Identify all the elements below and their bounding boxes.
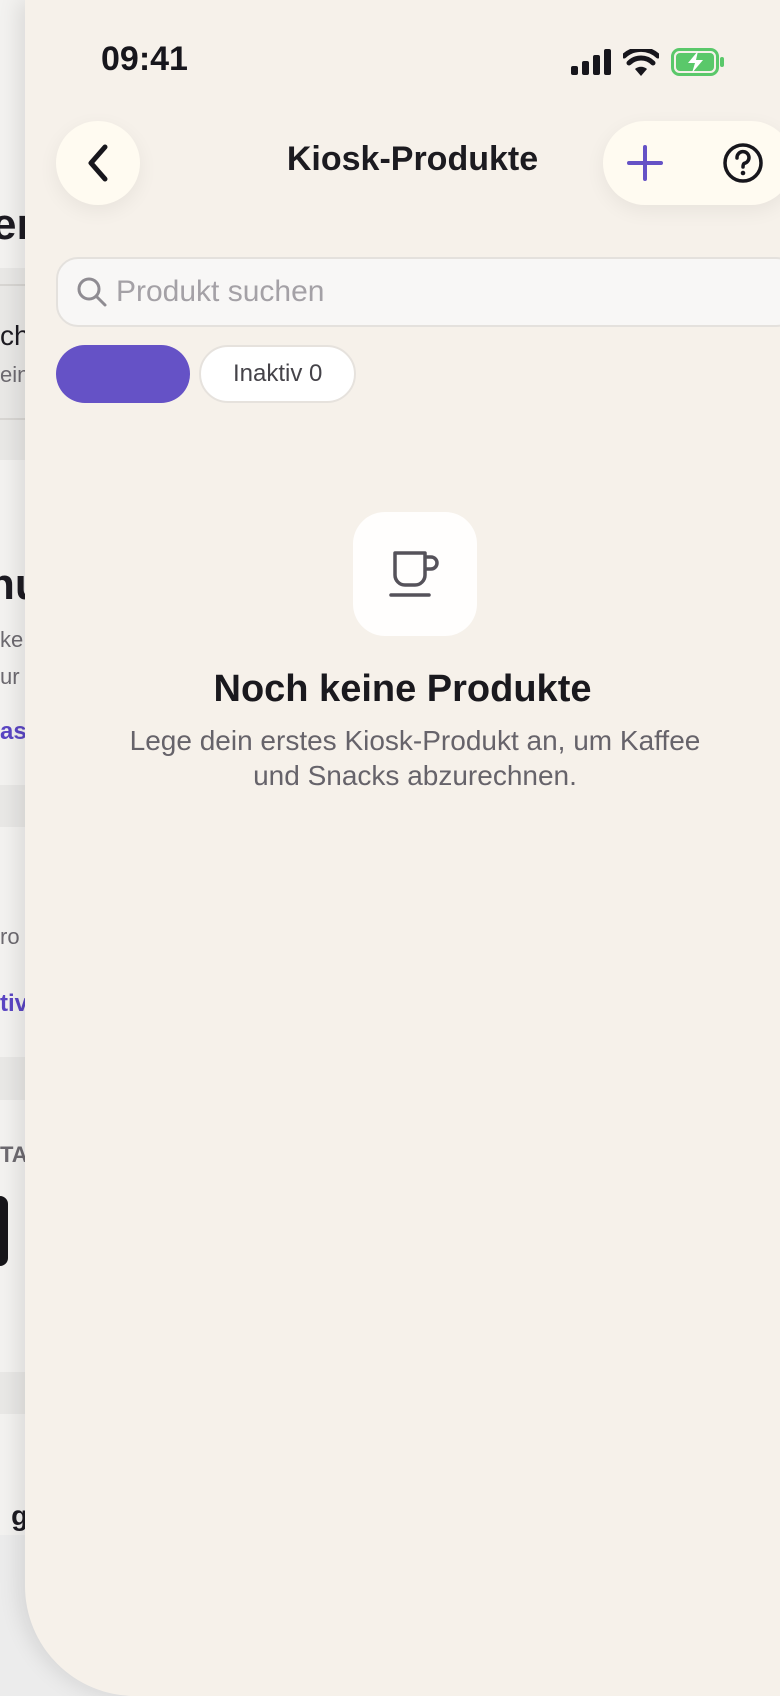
kiosk-products-sheet: 09:41 Kiosk-Produkte Produkt suchen Inak… xyxy=(25,0,780,1696)
filter-chip-active[interactable] xyxy=(56,345,190,403)
background-text: tiv xyxy=(0,990,29,1017)
empty-state-icon-container xyxy=(353,512,477,636)
filter-chip-inactive[interactable]: Inaktiv 0 xyxy=(199,345,357,403)
search-field[interactable] xyxy=(56,257,780,327)
status-icons xyxy=(571,48,725,76)
battery-charging-icon xyxy=(671,48,724,76)
signal-icon xyxy=(571,49,611,75)
background-text: · g xyxy=(0,1500,29,1531)
search-icon xyxy=(76,276,108,308)
wifi-icon xyxy=(623,48,659,76)
help-circle-icon xyxy=(723,143,763,183)
header-actions xyxy=(603,121,780,205)
status-time: 09:41 xyxy=(101,40,188,78)
search-input[interactable] xyxy=(114,274,718,310)
background-button xyxy=(0,1196,8,1266)
background-text: ro xyxy=(0,924,20,949)
background-text: TA xyxy=(0,1142,28,1167)
plus-icon xyxy=(627,145,663,181)
empty-state-title: Noch keine Produkte xyxy=(213,668,592,710)
background-text: ke xyxy=(0,627,24,652)
help-button[interactable] xyxy=(715,135,771,191)
coffee-cup-icon xyxy=(389,551,439,597)
background-text: ur xyxy=(0,664,20,689)
add-product-button[interactable] xyxy=(617,135,673,191)
empty-state-description: Lege dein erstes Kiosk-Produkt an, um Ka… xyxy=(129,725,701,791)
